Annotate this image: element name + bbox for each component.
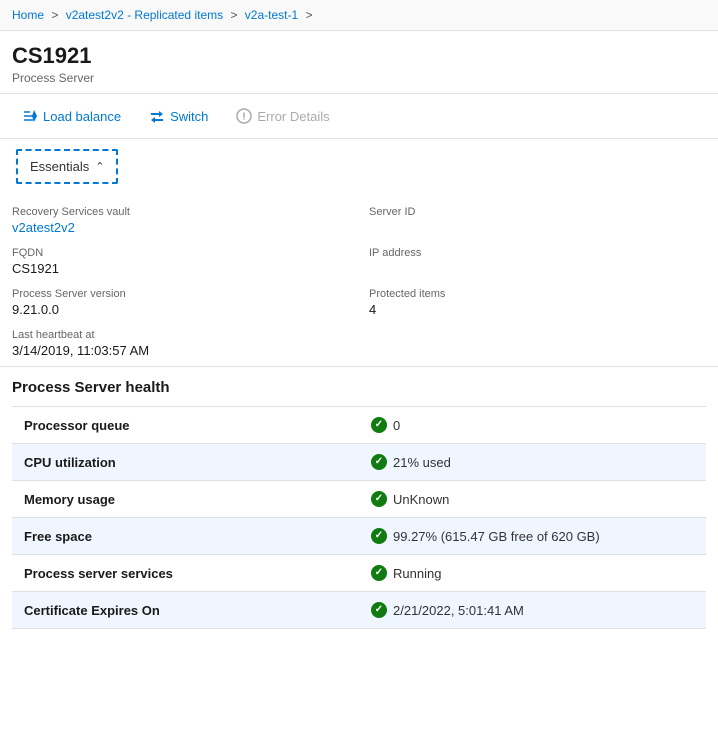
- server-id-item: Server ID: [369, 206, 706, 235]
- process-server-version-value: 9.21.0.0: [12, 302, 349, 317]
- status-ok-icon: [371, 565, 387, 581]
- recovery-services-vault-value[interactable]: v2atest2v2: [12, 220, 75, 235]
- breadcrumb: Home > v2atest2v2 - Replicated items > v…: [0, 0, 718, 31]
- recovery-services-vault-item: Recovery Services vault v2atest2v2: [12, 206, 349, 235]
- health-row-label: Processor queue: [12, 407, 359, 444]
- health-row-label: Free space: [12, 518, 359, 555]
- breadcrumb-server[interactable]: v2a-test-1: [245, 8, 298, 22]
- health-row-value: UnKnown: [359, 481, 706, 518]
- ip-address-item: IP address: [369, 247, 706, 276]
- health-row-value: 21% used: [359, 444, 706, 481]
- status-ok-icon: [371, 602, 387, 618]
- ip-address-label: IP address: [369, 247, 706, 259]
- error-details-icon: [236, 108, 252, 124]
- fqdn-item: FQDN CS1921: [12, 247, 349, 276]
- essentials-chevron-icon: ⌃: [95, 160, 104, 173]
- protected-items-label: Protected items: [369, 288, 706, 300]
- health-table-row: Process server services Running: [12, 555, 706, 592]
- load-balance-label: Load balance: [43, 109, 121, 124]
- last-heartbeat-item: Last heartbeat at 3/14/2019, 11:03:57 AM: [12, 329, 349, 358]
- process-server-version-label: Process Server version: [12, 288, 349, 300]
- recovery-services-vault-label: Recovery Services vault: [12, 206, 349, 218]
- health-section-title: Process Server health: [12, 379, 706, 396]
- switch-icon: [149, 108, 165, 124]
- protected-items-value: 4: [369, 302, 706, 317]
- page-title: CS1921: [12, 43, 706, 69]
- fqdn-label: FQDN: [12, 247, 349, 259]
- health-row-value: 0: [359, 407, 706, 444]
- health-table: Processor queue 0 CPU utilization 21% used M…: [12, 406, 706, 629]
- status-cell: 99.27% (615.47 GB free of 620 GB): [371, 528, 694, 544]
- details-grid: Recovery Services vault v2atest2v2 Serve…: [0, 194, 718, 367]
- breadcrumb-sep3: >: [306, 8, 313, 22]
- health-value-text: 99.27% (615.47 GB free of 620 GB): [393, 529, 600, 544]
- toolbar: Load balance Switch Error Details: [0, 94, 718, 139]
- health-row-value: 99.27% (615.47 GB free of 620 GB): [359, 518, 706, 555]
- breadcrumb-replicated[interactable]: v2atest2v2 - Replicated items: [66, 8, 223, 22]
- essentials-toggle[interactable]: Essentials ⌃: [16, 149, 118, 184]
- status-cell: 0: [371, 417, 694, 433]
- health-row-label: Process server services: [12, 555, 359, 592]
- health-value-text: 2/21/2022, 5:01:41 AM: [393, 603, 524, 618]
- error-details-label: Error Details: [257, 109, 329, 124]
- health-row-value: Running: [359, 555, 706, 592]
- health-value-text: 21% used: [393, 455, 451, 470]
- page-header: CS1921 Process Server: [0, 31, 718, 94]
- status-cell: 2/21/2022, 5:01:41 AM: [371, 602, 694, 618]
- health-table-row: Certificate Expires On 2/21/2022, 5:01:41…: [12, 592, 706, 629]
- load-balance-icon: [22, 108, 38, 124]
- health-row-label: Memory usage: [12, 481, 359, 518]
- fqdn-value: CS1921: [12, 261, 349, 276]
- status-ok-icon: [371, 528, 387, 544]
- switch-button[interactable]: Switch: [139, 102, 218, 130]
- health-table-row: Processor queue 0: [12, 407, 706, 444]
- health-table-row: Free space 99.27% (615.47 GB free of 620 …: [12, 518, 706, 555]
- last-heartbeat-value: 3/14/2019, 11:03:57 AM: [12, 343, 349, 358]
- breadcrumb-home[interactable]: Home: [12, 8, 44, 22]
- health-value-text: UnKnown: [393, 492, 449, 507]
- health-row-label: Certificate Expires On: [12, 592, 359, 629]
- page-subtitle: Process Server: [12, 71, 706, 85]
- health-value-text: 0: [393, 418, 400, 433]
- status-cell: Running: [371, 565, 694, 581]
- breadcrumb-sep2: >: [230, 8, 240, 22]
- health-value-text: Running: [393, 566, 441, 581]
- health-row-value: 2/21/2022, 5:01:41 AM: [359, 592, 706, 629]
- status-cell: 21% used: [371, 454, 694, 470]
- switch-label: Switch: [170, 109, 208, 124]
- essentials-label: Essentials: [30, 159, 89, 174]
- error-details-button[interactable]: Error Details: [226, 102, 339, 130]
- process-server-version-item: Process Server version 9.21.0.0: [12, 288, 349, 317]
- health-table-row: Memory usage UnKnown: [12, 481, 706, 518]
- load-balance-button[interactable]: Load balance: [12, 102, 131, 130]
- status-ok-icon: [371, 417, 387, 433]
- status-cell: UnKnown: [371, 491, 694, 507]
- breadcrumb-sep1: >: [51, 8, 61, 22]
- protected-items-item: Protected items 4: [369, 288, 706, 317]
- health-table-row: CPU utilization 21% used: [12, 444, 706, 481]
- health-section: Process Server health Processor queue 0 CP…: [0, 367, 718, 629]
- last-heartbeat-label: Last heartbeat at: [12, 329, 349, 341]
- status-ok-icon: [371, 454, 387, 470]
- server-id-label: Server ID: [369, 206, 706, 218]
- status-ok-icon: [371, 491, 387, 507]
- health-row-label: CPU utilization: [12, 444, 359, 481]
